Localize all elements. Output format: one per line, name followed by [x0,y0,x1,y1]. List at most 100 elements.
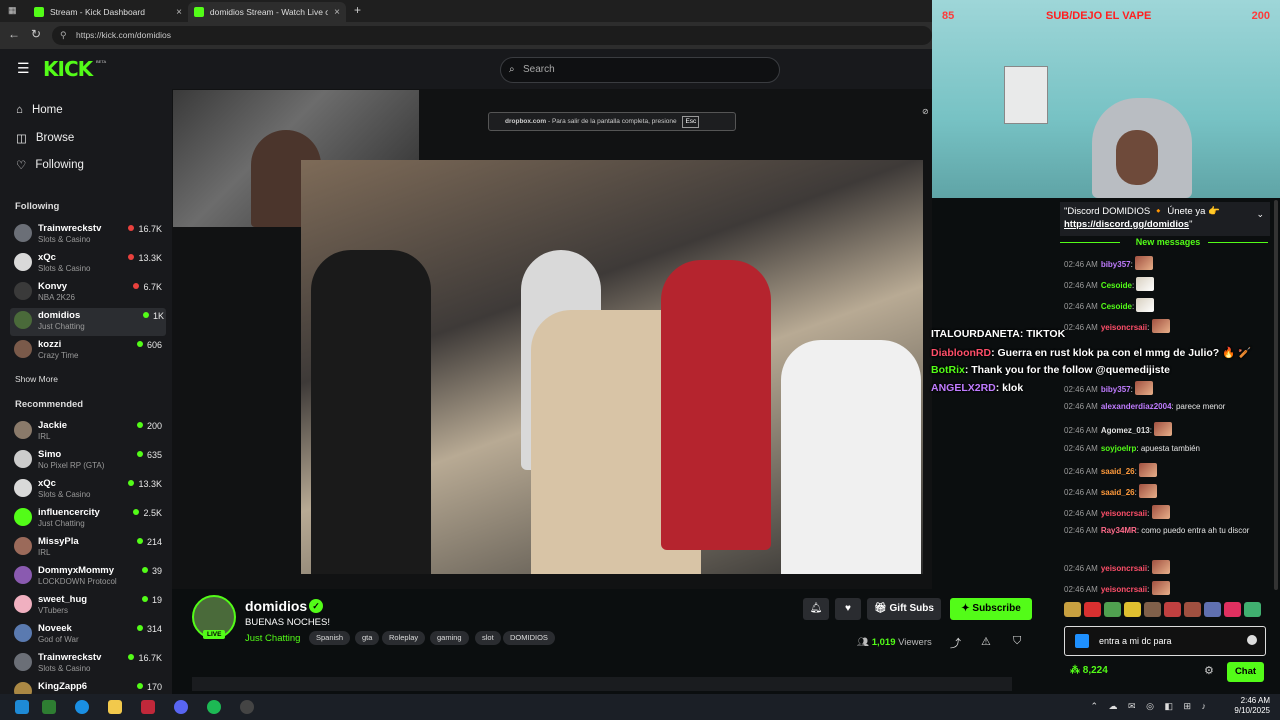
channel-item-selected[interactable]: domidios Just Chatting 1K [10,308,166,336]
kick-logo[interactable]: KICK [43,57,93,81]
channel-item[interactable]: Trainwreckstv Slots & Casino 16.7K [14,221,164,249]
channel-points[interactable]: ⁂ 8,224 [1070,665,1108,676]
emote-icon[interactable] [1144,602,1161,617]
avatar [14,566,32,584]
edge-icon[interactable] [75,700,89,714]
chat-input[interactable]: entra a mi dc para [1064,626,1266,656]
chat-username[interactable]: Cesoide [1101,281,1132,290]
subscribe-label: Subscribe [972,603,1021,614]
emote-icon[interactable] [1244,602,1261,617]
file-explorer-icon[interactable] [108,700,122,714]
send-chat-button[interactable]: Chat [1227,662,1264,682]
close-tab-icon[interactable]: × [176,7,182,18]
chat-username[interactable]: Cesoide [1101,302,1132,311]
emote-icon[interactable] [1084,602,1101,617]
reload-icon[interactable]: ↻ [31,27,41,41]
channel-item[interactable]: sweet_hug VTubers 19 [14,592,164,620]
tab-domidios-stream[interactable]: domidios Stream - Watch Live on × [188,2,346,22]
chat-username[interactable]: Agomez_013 [1101,426,1150,435]
channel-item[interactable]: Trainwreckstv Slots & Casino 16.7K [14,650,164,678]
channel-name: Trainwreckstv [38,652,102,663]
pinned-message[interactable]: "Discord DOMIDIOS 🔸 Únete ya 👉 https://d… [1060,202,1270,236]
chevron-down-icon[interactable]: ⌄ [1256,208,1264,221]
url-field[interactable]: ⚲ https://kick.com/domidios [52,26,932,45]
channel-item[interactable]: Simo No Pixel RP (GTA) 635 [14,447,164,475]
app-icon[interactable] [141,700,155,714]
channel-item[interactable]: MissyPla IRL 214 [14,534,164,562]
channel-item[interactable]: Noveek God of War 314 [14,621,164,649]
chat-username[interactable]: yeisoncrsaii [1101,509,1147,518]
eye-off-icon[interactable]: ⊘ [922,107,929,116]
start-icon[interactable] [15,700,29,714]
menu-icon[interactable]: ☰ [17,60,30,77]
chat-username[interactable]: soyjoelrp [1101,444,1137,453]
obs-icon[interactable] [240,700,254,714]
video-player[interactable]: dropbox.com - Para salir de la pantalla … [172,89,932,589]
emote-icon[interactable] [1204,602,1221,617]
tag[interactable]: Roleplay [382,631,426,645]
new-tab-button[interactable]: + [354,3,361,17]
emote-icon[interactable] [1184,602,1201,617]
discord-icon[interactable] [174,700,188,714]
follow-heart-button[interactable]: ♥ [835,598,861,620]
chat-username[interactable]: saaid_26 [1101,488,1135,497]
chat-message: 02:46 AM Ray34MR: como puedo entra ah tu … [1064,525,1270,537]
chat-message: 02:46 AM saaid_26: [1064,463,1270,478]
system-tray-icons[interactable]: ⌃ ☁ ✉ ◎ ◧ ⊞ ♪ [1091,701,1210,712]
channel-item[interactable]: kozzi Crazy Time 606 [14,337,164,365]
sidebar-item-browse[interactable]: ◫ Browse [16,131,74,145]
gear-icon[interactable]: ⚙ [1204,664,1214,677]
verified-icon: ✓ [309,599,323,613]
chat-username[interactable]: Ray34MR [1101,526,1137,535]
sidebar-item-following[interactable]: ♡ Following [16,158,84,172]
notification-bell-button[interactable]: 🔔︎ [803,598,829,620]
chat-username[interactable]: yeisoncrsaii [1101,585,1147,594]
channel-item[interactable]: DommyxMommy LOCKDOWN Protocol 39 [14,563,164,591]
pinned-link[interactable]: https://discord.gg/domidios [1064,219,1189,230]
sidebar-item-home[interactable]: ⌂ Home [16,104,63,116]
tab-kick-dashboard[interactable]: Stream - Kick Dashboard × [28,2,188,22]
clock[interactable]: 2:46 AM 9/10/2025 [1234,696,1270,716]
channel-item[interactable]: influencercity Just Chatting 2.5K [14,505,164,533]
chat-username[interactable]: alexanderdiaz2004 [1101,402,1172,411]
channel-item[interactable]: KingZapp6 170 [14,679,164,694]
tag[interactable]: Spanish [309,631,351,645]
chat-timestamp: 02:46 AM [1064,488,1098,497]
emote-icon[interactable] [1124,602,1141,617]
channel-item[interactable]: xQc Slots & Casino 13.3K [14,476,164,504]
subscribe-button[interactable]: ✦ Subscribe [950,598,1032,620]
emote-icon[interactable] [1104,602,1121,617]
window-menu-icon[interactable]: ▦ [8,5,17,16]
search-input[interactable]: ⌕ Search [500,57,780,83]
site-info-icon[interactable]: ⚲ [60,26,67,45]
close-tab-icon[interactable]: × [334,7,340,18]
app-icon[interactable] [42,700,56,714]
spotify-icon[interactable] [207,700,221,714]
stream-category[interactable]: Just Chatting [245,633,300,644]
report-icon[interactable]: ⚠ [981,635,991,648]
back-icon[interactable]: ← [8,27,20,41]
tag[interactable]: gta [355,631,380,645]
chat-username[interactable]: biby357 [1101,260,1131,269]
channel-item[interactable]: Jackie IRL 200 [14,418,164,446]
channel-item[interactable]: xQc Slots & Casino 13.3K [14,250,164,278]
tag[interactable]: DOMIDIOS [503,631,555,645]
new-messages-divider[interactable]: New messages [1056,237,1280,247]
chat-username[interactable]: yeisoncrsaii [1101,564,1147,573]
tag[interactable]: gaming [430,631,469,645]
gift-subs-button[interactable]: 🎁︎ Gift Subs [867,598,941,620]
share-icon[interactable]: ⤴ [950,635,961,651]
show-more-link[interactable]: Show More [15,374,58,384]
chat-username[interactable]: saaid_26 [1101,467,1135,476]
emoji-icon[interactable] [1247,635,1257,645]
chat-emote-icon [1136,298,1155,312]
emote-icon[interactable] [1224,602,1241,617]
tag[interactable]: slot [475,631,501,645]
streamer-name[interactable]: domidios [245,598,307,614]
add-user-icon[interactable]: ⛉ [1013,635,1021,648]
emote-icon[interactable] [1064,602,1081,617]
emote-icon[interactable] [1164,602,1181,617]
channel-item[interactable]: Konvy NBA 2K26 6.7K [14,279,164,307]
chat-timestamp: 02:46 AM [1064,564,1098,573]
overlay-message: DiabloonRD: Guerra en rust klok pa con e… [931,346,1251,359]
